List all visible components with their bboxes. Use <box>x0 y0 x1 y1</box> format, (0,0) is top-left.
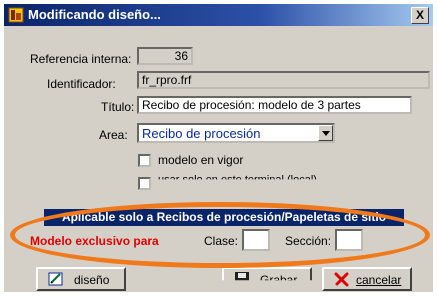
clase-field[interactable] <box>242 229 270 251</box>
cancel-button-label: cancelar <box>356 273 402 287</box>
app-icon <box>8 7 24 23</box>
title-field[interactable]: Recibo de procesión: modelo de 3 partes <box>137 96 412 114</box>
design-button-label: diseño <box>74 273 110 287</box>
vigor-label: modelo en vigor <box>158 153 244 167</box>
chevron-down-icon[interactable] <box>318 125 333 141</box>
cancel-button[interactable]: cancelar <box>322 267 412 291</box>
area-select[interactable]: Recibo de procesión <box>137 123 335 143</box>
area-select-value: Recibo de procesión <box>142 126 261 141</box>
floppy-icon <box>235 272 249 281</box>
design-button[interactable]: diseño <box>36 267 126 291</box>
id-label: Identificador: <box>47 77 116 91</box>
save-button[interactable]: Grabar <box>222 267 312 287</box>
cancel-x-icon <box>334 272 349 287</box>
id-field[interactable]: fr_rpro.frf <box>137 71 430 89</box>
window-title: Modificando diseño... <box>28 7 161 22</box>
title-bar[interactable]: Modificando diseño... X <box>4 4 433 26</box>
ref-label: Referencia interna: <box>30 52 132 66</box>
terminal-label: usar solo en este terminal (local) <box>158 174 317 186</box>
dialog-body: Referencia interna: 36 Identificador: fr… <box>4 26 433 292</box>
title-label: Título: <box>101 100 135 114</box>
section-banner: Aplicable solo a Recibos de procesión/Pa… <box>44 209 404 226</box>
seccion-label: Sección: <box>285 234 332 248</box>
exclusive-label: Modelo exclusivo para <box>30 234 159 248</box>
terminal-checkbox[interactable] <box>138 177 151 190</box>
area-label: Area: <box>99 128 128 142</box>
vigor-checkbox[interactable] <box>138 154 151 167</box>
seccion-field[interactable] <box>335 229 363 251</box>
save-button-label: Grabar <box>260 273 298 287</box>
ref-field: 36 <box>137 47 193 65</box>
close-button[interactable]: X <box>411 7 429 24</box>
clase-label: Clase: <box>204 234 239 248</box>
design-icon <box>48 272 63 286</box>
dialog-window: Modificando diseño... X Referencia inter… <box>0 0 437 296</box>
